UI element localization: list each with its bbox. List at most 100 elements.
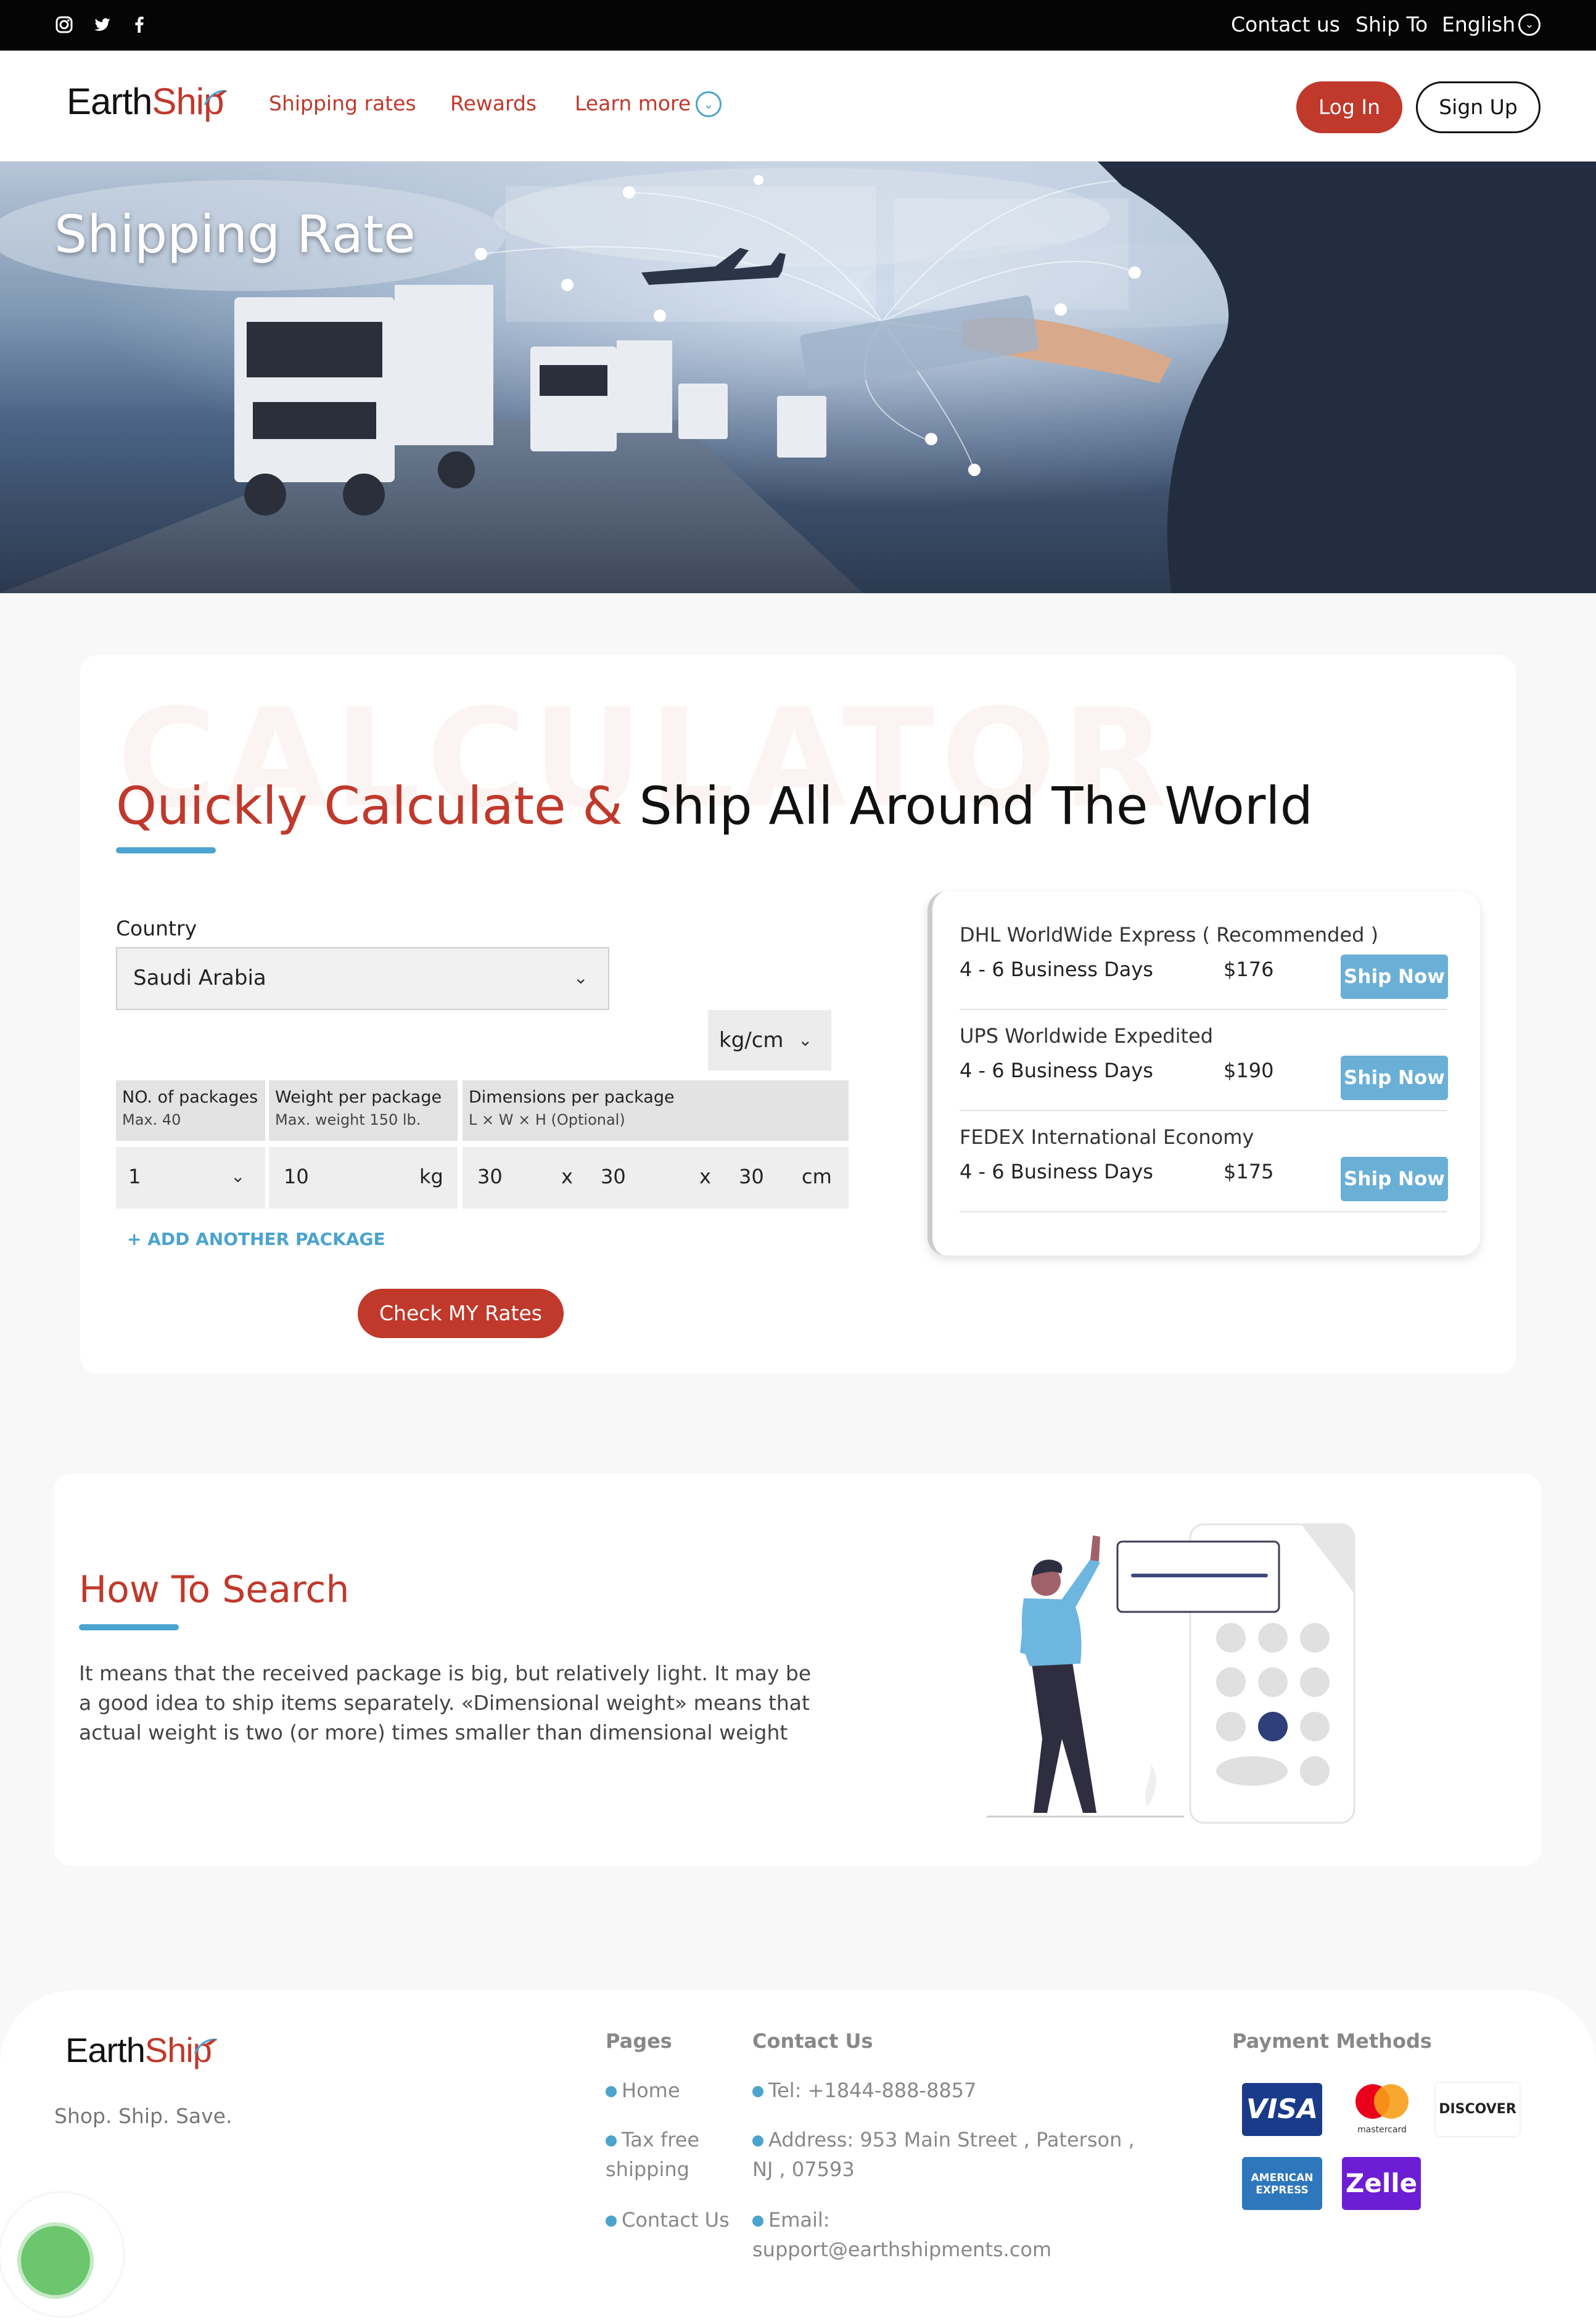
discover-logo: DISCOVER (1436, 2083, 1520, 2136)
language-selector[interactable]: English (1442, 10, 1515, 39)
col-header-packages: NO. of packages Max. 40 (116, 1080, 265, 1141)
twitter-icon[interactable] (90, 12, 115, 37)
dimension-separator: x (561, 1165, 573, 1188)
rate-delivery-days: 4 - 6 Business Days (960, 1160, 1153, 1183)
footer-address: Address: 953 Main Street , Paterson , NJ… (752, 2125, 1159, 2184)
col-header-sub: Max. weight 150 lb. (275, 1111, 421, 1128)
bullet-icon (606, 2086, 617, 2097)
col-header-sub: Max. 40 (122, 1111, 181, 1128)
rate-delivery-days: 4 - 6 Business Days (960, 1059, 1153, 1082)
add-package-button[interactable]: + ADD ANOTHER PACKAGE (127, 1227, 385, 1252)
col-header-title: Dimensions per package (469, 1088, 675, 1107)
calculator-title: Quickly Calculate & Ship All Around The … (116, 772, 1313, 840)
calculator-illustration (987, 1523, 1355, 1824)
footer-email-text: support@earthshipments.com (752, 2238, 1052, 2261)
footer-payment-title: Payment Methods (1232, 2029, 1432, 2053)
chevron-down-icon[interactable]: ⌄ (696, 91, 722, 117)
weight-input[interactable]: 10 kg (269, 1147, 458, 1209)
footer-email[interactable]: Email: support@earthshipments.com (752, 2205, 1051, 2264)
amex-logo: AMERICAN EXPRESS (1242, 2157, 1322, 2210)
country-select[interactable]: Saudi Arabia ⌄ (116, 947, 609, 1010)
bullet-icon (752, 2135, 763, 2146)
nav-shipping-rates[interactable]: Shipping rates (269, 89, 416, 118)
col-header-title: Weight per package (275, 1088, 442, 1107)
chevron-down-icon: ⌄ (231, 1166, 245, 1186)
footer-tagline: Shop. Ship. Save. (54, 2104, 232, 2128)
unit-value: kg/cm (719, 1028, 784, 1053)
bullet-icon (606, 2216, 617, 2227)
footer-link-label: Contact Us (622, 2208, 730, 2232)
plane-logo-icon (204, 90, 228, 105)
logo-text-earth: Earth (67, 81, 152, 122)
check-rates-button[interactable]: Check MY Rates (358, 1289, 564, 1338)
rate-carrier-name: UPS Worldwide Expedited (960, 1024, 1214, 1048)
bullet-icon (752, 2086, 763, 2097)
how-to-search-text: It means that the received package is bi… (79, 1661, 812, 1744)
contact-us-link[interactable]: Contact us (1231, 10, 1340, 39)
rate-price: $175 (1224, 1160, 1274, 1183)
rate-divider (960, 1211, 1447, 1212)
footer-pages-title: Pages (606, 2029, 672, 2053)
nav-learn-more[interactable]: Learn more (575, 89, 691, 118)
footer-link-label: Tax free shipping (606, 2128, 700, 2181)
ship-now-button[interactable]: Ship Now (1341, 1157, 1448, 1201)
unit-select[interactable]: kg/cm ⌄ (708, 1010, 831, 1070)
footer-tel[interactable]: Tel: +1844-888-8857 (752, 2076, 977, 2105)
footer-link-contact[interactable]: Contact Us (606, 2205, 730, 2235)
footer-address-text: Address: 953 Main Street , Paterson , NJ… (752, 2128, 1135, 2181)
logo-text-earth: Earth (65, 2031, 146, 2069)
rate-divider (960, 1009, 1447, 1010)
packages-value: 1 (128, 1165, 141, 1188)
dimensions-row: 30 x 30 x 30 cm (463, 1147, 849, 1209)
rate-price: $190 (1224, 1059, 1274, 1082)
col-header-weight: Weight per package Max. weight 150 lb. (269, 1080, 458, 1141)
packages-select[interactable]: 1 ⌄ (116, 1147, 265, 1209)
facebook-icon[interactable] (127, 12, 152, 37)
weight-unit: kg (419, 1165, 443, 1188)
chevron-down-icon: ⌄ (574, 967, 588, 988)
logo[interactable]: EarthShip (67, 80, 224, 123)
rate-delivery-days: 4 - 6 Business Days (960, 958, 1153, 981)
footer-contact-title: Contact Us (752, 2029, 873, 2053)
rate-carrier-name: DHL WorldWide Express ( Recommended ) (960, 923, 1379, 947)
chevron-down-icon[interactable]: ⌄ (1518, 14, 1540, 36)
footer-email-label: Email: (768, 2208, 830, 2232)
how-to-search-title: How To Search (79, 1568, 350, 1611)
chevron-down-icon: ⌄ (798, 1030, 813, 1050)
bullet-icon (606, 2135, 617, 2146)
footer-logo[interactable]: EarthShip (65, 2030, 212, 2070)
hero-title: Shipping Rate (54, 204, 416, 265)
footer-link-tax-free[interactable]: Tax free shipping (606, 2125, 717, 2184)
mastercard-logo: mastercard (1342, 2083, 1422, 2136)
nav-rewards[interactable]: Rewards (450, 89, 537, 118)
plane-logo-icon (194, 2039, 218, 2054)
ship-now-button[interactable]: Ship Now (1341, 955, 1448, 999)
footer-tel-text: Tel: +1844-888-8857 (768, 2079, 977, 2102)
country-value: Saudi Arabia (133, 966, 266, 990)
calculator-title-red: Quickly Calculate & (116, 776, 623, 836)
dimension-unit: cm (802, 1165, 832, 1188)
signup-button[interactable]: Sign Up (1416, 81, 1540, 133)
login-button[interactable]: Log In (1296, 81, 1402, 133)
mastercard-text: mastercard (1357, 2125, 1407, 2135)
instagram-icon[interactable] (52, 12, 76, 37)
rate-divider (960, 1110, 1447, 1111)
ship-now-button[interactable]: Ship Now (1341, 1056, 1448, 1100)
footer-link-home[interactable]: Home (606, 2076, 680, 2105)
chat-icon[interactable] (17, 2222, 94, 2299)
col-header-title: NO. of packages (122, 1088, 258, 1107)
length-input[interactable]: 30 (477, 1147, 503, 1206)
rate-price: $176 (1224, 958, 1274, 981)
calculator-title-black: Ship All Around The World (639, 776, 1313, 836)
width-input[interactable]: 30 (601, 1147, 626, 1206)
bullet-icon (752, 2216, 763, 2227)
col-header-dimensions: Dimensions per package L × W × H (Option… (463, 1080, 849, 1141)
visa-logo: VISA (1242, 2083, 1322, 2136)
zelle-logo: Zelle (1342, 2157, 1421, 2210)
title-underline (116, 847, 216, 853)
height-input[interactable]: 30 (739, 1147, 764, 1206)
country-label: Country (116, 916, 197, 940)
title-underline (79, 1624, 179, 1630)
col-header-sub: L × W × H (Optional) (469, 1111, 625, 1128)
ship-to-link[interactable]: Ship To (1355, 10, 1428, 39)
